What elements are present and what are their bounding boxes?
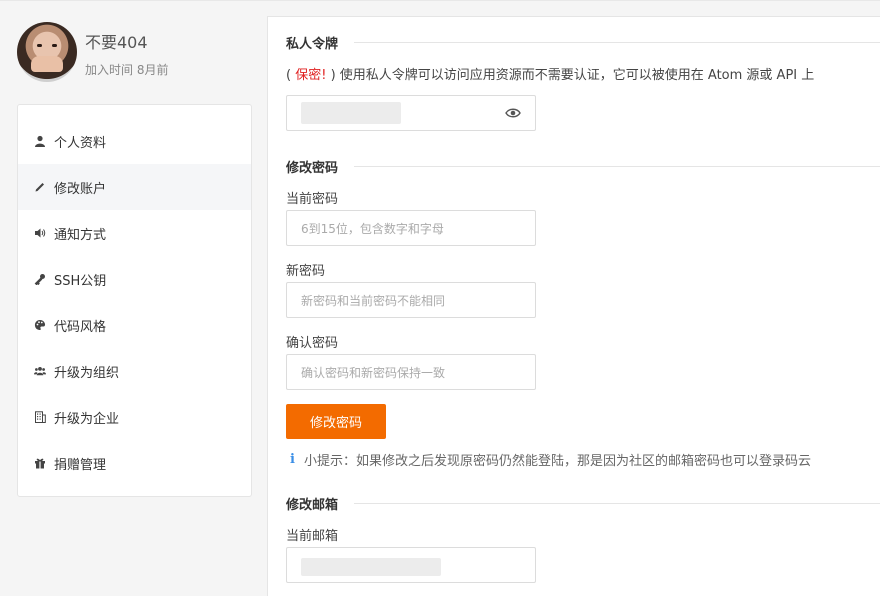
sidebar-item-label: 通知方式 (54, 227, 107, 243)
new-password-label: 新密码 (286, 264, 326, 279)
password-section-title: 修改密码 (286, 157, 880, 176)
sidebar-item-account[interactable]: 修改账户 (18, 164, 251, 210)
join-time: 加入时间 8月前 (85, 63, 169, 77)
palette-icon (33, 318, 47, 332)
section-divider (354, 166, 880, 167)
section-divider (354, 503, 880, 504)
sidebar-item-label: 个人资料 (54, 135, 107, 151)
sidebar-item-label: 代码风格 (54, 319, 107, 335)
email-section-title: 修改邮箱 (286, 494, 880, 513)
sidebar-item-label: 升级为组织 (54, 365, 120, 381)
user-profile: 不要404 加入时间 8月前 (17, 22, 257, 84)
change-password-button[interactable]: 修改密码 (286, 404, 386, 439)
sidebar-item-profile[interactable]: 个人资料 (18, 118, 251, 164)
user-icon (33, 134, 47, 148)
current-email-label: 当前邮箱 (286, 529, 339, 544)
redacted-email (301, 558, 441, 576)
section-title-text: 修改邮箱 (286, 498, 339, 513)
sidebar-item-upgrade-enterprise[interactable]: 升级为企业 (18, 394, 251, 440)
input-placeholder: 6到15位，包含数字和字母 (301, 221, 444, 236)
current-password-input[interactable]: 6到15位，包含数字和字母 (286, 210, 536, 246)
current-email-field[interactable] (286, 547, 536, 583)
token-field[interactable] (286, 95, 536, 131)
current-password-label: 当前密码 (286, 192, 339, 207)
avatar-hands (31, 56, 63, 72)
pencil-icon (33, 180, 47, 194)
sidebar-item-donation[interactable]: 捐赠管理 (18, 440, 251, 486)
desc-text: ) 使用私人令牌可以访问应用资源而不需要认证，它可以被使用在 Atom 源或 A… (330, 68, 815, 83)
settings-sidebar: 个人资料 修改账户 通知方式 SSH公钥 代码风格 升级为组织 升级为企业 捐赠… (17, 104, 252, 497)
password-tip: i 小提示：如果修改之后发现原密码仍然能登陆，那是因为社区的邮箱密码也可以登录码… (290, 450, 811, 469)
token-section-title: 私人令牌 (286, 33, 880, 52)
sidebar-item-label: 修改账户 (54, 181, 107, 197)
sidebar-item-notifications[interactable]: 通知方式 (18, 210, 251, 256)
eye-icon[interactable] (505, 106, 521, 120)
new-password-input[interactable]: 新密码和当前密码不能相同 (286, 282, 536, 318)
confirm-password-label: 确认密码 (286, 336, 339, 351)
username[interactable]: 不要404 (85, 29, 148, 53)
info-icon: i (290, 452, 295, 467)
building-icon (33, 410, 47, 424)
section-divider (354, 42, 880, 43)
key-icon (33, 272, 47, 286)
input-placeholder: 确认密码和新密码保持一致 (301, 365, 446, 380)
section-title-text: 私人令牌 (286, 37, 339, 52)
speaker-icon (33, 226, 47, 240)
section-title-text: 修改密码 (286, 161, 339, 176)
sidebar-item-label: SSH公钥 (54, 273, 107, 289)
sidebar-item-label: 捐赠管理 (54, 457, 107, 473)
top-divider (0, 0, 880, 1)
sidebar-item-upgrade-org[interactable]: 升级为组织 (18, 348, 251, 394)
desc-open: ( (286, 68, 292, 83)
token-description: ( 保密! ) 使用私人令牌可以访问应用资源而不需要认证，它可以被使用在 Ato… (286, 64, 814, 83)
avatar-eye (52, 44, 57, 47)
avatar[interactable] (17, 22, 77, 82)
confirm-password-input[interactable]: 确认密码和新密码保持一致 (286, 354, 536, 390)
avatar-eye (37, 44, 42, 47)
input-placeholder: 新密码和当前密码不能相同 (301, 293, 446, 308)
gift-icon (33, 456, 47, 470)
secret-warning: 保密! (295, 68, 327, 83)
sidebar-item-label: 升级为企业 (54, 411, 120, 427)
sidebar-item-code-style[interactable]: 代码风格 (18, 302, 251, 348)
account-settings-panel: 私人令牌 ( 保密! ) 使用私人令牌可以访问应用资源而不需要认证，它可以被使用… (267, 16, 880, 596)
sidebar-item-ssh[interactable]: SSH公钥 (18, 256, 251, 302)
redacted-token (301, 102, 401, 124)
group-icon (33, 364, 47, 378)
tip-text: 小提示：如果修改之后发现原密码仍然能登陆，那是因为社区的邮箱密码也可以登录码云 (303, 454, 811, 469)
